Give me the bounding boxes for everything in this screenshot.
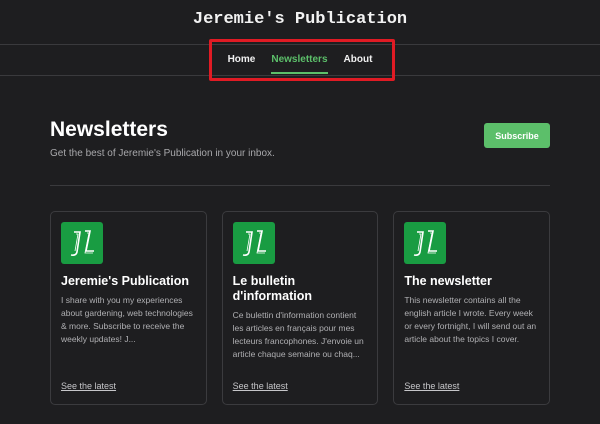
- card-description: This newsletter contains all the english…: [404, 295, 537, 344]
- main-nav: Home Newsletters About: [0, 46, 600, 74]
- see-latest-link[interactable]: See the latest: [61, 381, 116, 391]
- card-description: I share with you my experiences about ga…: [61, 295, 193, 344]
- site-title[interactable]: Jeremie's Publication: [0, 10, 600, 29]
- see-latest-link[interactable]: See the latest: [233, 381, 288, 391]
- card-title: Jeremie's Publication: [61, 274, 190, 288]
- newsletter-card[interactable]: The newsletter This newsletter contains …: [393, 211, 551, 405]
- nav-home[interactable]: Home: [220, 46, 264, 74]
- jl-monogram-icon: [232, 222, 275, 264]
- nav-divider: [0, 75, 600, 76]
- nav-newsletters[interactable]: Newsletters: [263, 46, 335, 74]
- header-divider: [0, 44, 600, 45]
- page-title: Newsletters: [50, 118, 168, 141]
- jl-monogram-icon: [404, 222, 447, 264]
- newsletter-card[interactable]: Jeremie's Publication I share with you m…: [50, 211, 207, 405]
- card-description: Ce bulettin d'information contient les a…: [232, 310, 364, 359]
- card-title: Le bulletin d'information: [232, 274, 313, 303]
- content-divider: [50, 185, 550, 186]
- page-subtitle: Get the best of Jeremie's Publication in…: [50, 148, 275, 159]
- jl-monogram-icon: [61, 222, 103, 264]
- newsletter-cards: Jeremie's Publication I share with you m…: [50, 211, 551, 406]
- see-latest-link[interactable]: See the latest: [404, 381, 459, 391]
- nav-about[interactable]: About: [336, 46, 381, 74]
- card-title: The newsletter: [404, 274, 492, 288]
- newsletter-card[interactable]: Le bulletin d'information Ce bulettin d'…: [221, 211, 379, 405]
- subscribe-button[interactable]: Subscribe: [484, 123, 550, 148]
